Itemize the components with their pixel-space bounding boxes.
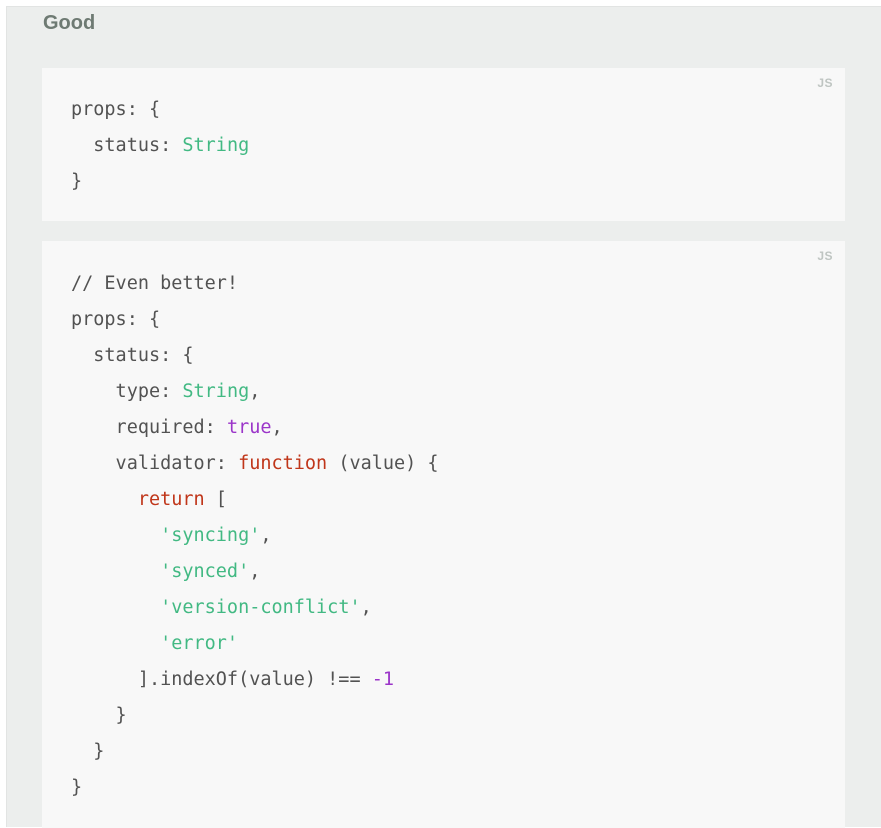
code-block-basic: JS props: { status: String} xyxy=(42,68,845,221)
code-token: 'synced' xyxy=(160,561,250,582)
language-tag: JS xyxy=(817,249,833,263)
good-example-panel: Good JS props: { status: String} JS // E… xyxy=(6,6,881,828)
code-content: // Even better! props: { status: { type: … xyxy=(71,266,439,806)
code-token: function xyxy=(238,453,328,474)
code-line: 'synced', xyxy=(71,554,439,590)
code-token: props: { xyxy=(71,309,161,330)
code-token: } xyxy=(71,777,83,798)
code-token: required: xyxy=(71,417,227,438)
code-token: } xyxy=(71,705,127,726)
code-token: , xyxy=(271,417,283,438)
code-token: String xyxy=(182,381,250,402)
code-token: ].indexOf(value) !== xyxy=(71,669,372,690)
code-line: props: { xyxy=(71,92,249,128)
code-token: 'version-conflict' xyxy=(160,597,361,618)
code-line: props: { xyxy=(71,302,439,338)
code-block-even-better: JS // Even better! props: { status: { typ… xyxy=(42,241,845,828)
code-line: required: true, xyxy=(71,410,439,446)
code-line: status: String xyxy=(71,128,249,164)
code-line: status: { xyxy=(71,338,439,374)
code-token: 'syncing' xyxy=(160,525,261,546)
code-line: 'syncing', xyxy=(71,518,439,554)
code-token: } xyxy=(71,171,83,192)
code-line: // Even better! xyxy=(71,266,439,302)
code-line: ].indexOf(value) !== -1 xyxy=(71,662,439,698)
section-heading: Good xyxy=(43,12,96,34)
code-content: props: { status: String} xyxy=(71,92,249,200)
code-line: 'version-conflict', xyxy=(71,590,439,626)
code-token: // Even better! xyxy=(71,273,239,294)
code-line: } xyxy=(71,734,439,770)
language-tag: JS xyxy=(817,76,833,90)
code-token: , xyxy=(260,525,272,546)
code-token: , xyxy=(249,381,261,402)
code-token: type: xyxy=(71,381,183,402)
code-line: return [ xyxy=(71,482,439,518)
code-line: 'error' xyxy=(71,626,439,662)
code-token: (value) { xyxy=(327,453,439,474)
code-line: } xyxy=(71,698,439,734)
code-token: status: { xyxy=(71,345,194,366)
code-token: return xyxy=(137,489,205,510)
code-token: 'error' xyxy=(160,633,239,654)
code-token: -1 xyxy=(371,669,395,690)
code-token: , xyxy=(249,561,261,582)
code-token: props: { xyxy=(71,99,161,120)
code-token: validator: xyxy=(71,453,239,474)
code-token: true xyxy=(226,417,272,438)
code-line: type: String, xyxy=(71,374,439,410)
code-line: } xyxy=(71,770,439,806)
code-line: validator: function (value) { xyxy=(71,446,439,482)
code-token: [ xyxy=(204,489,227,510)
code-token: , xyxy=(360,597,372,618)
code-token: status: xyxy=(71,135,183,156)
code-line: } xyxy=(71,164,249,200)
code-token: String xyxy=(182,135,250,156)
code-token: } xyxy=(71,741,105,762)
